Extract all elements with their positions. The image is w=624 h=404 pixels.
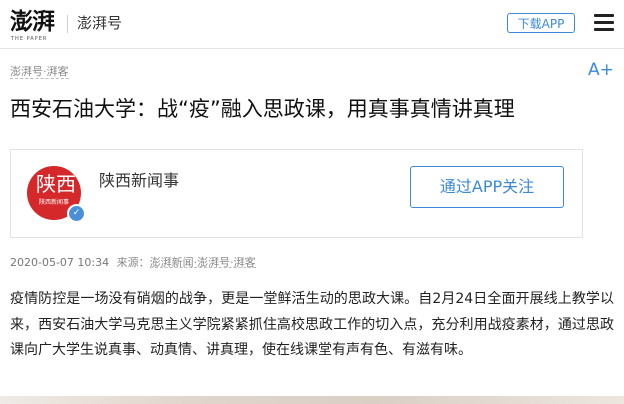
avatar-text: 陕西 — [36, 172, 76, 196]
verified-badge-icon: ✓ — [67, 204, 86, 223]
logo-subtitle: THE PAPER — [11, 36, 48, 42]
source-tag[interactable]: 澎湃号·湃客 — [10, 64, 69, 80]
author-card: 陕西 陕西新闻事 ✓ 陕西新闻事 通过APP关注 — [10, 149, 583, 238]
hamburger-menu-icon[interactable] — [594, 14, 614, 32]
download-app-button[interactable]: 下载APP — [507, 13, 575, 33]
logo[interactable]: 澎湃 — [10, 10, 55, 34]
publish-datetime: 2020-05-07 10:34 — [10, 256, 110, 269]
source-link[interactable]: 澎湃新闻·澎湃号·湃客 — [150, 256, 256, 269]
font-size-button[interactable]: A+ — [588, 60, 614, 80]
author-name[interactable]: 陕西新闻事 — [99, 170, 179, 192]
source-label: 来源： — [116, 256, 150, 269]
section-name[interactable]: 澎湃号 — [77, 13, 122, 33]
top-bar: 澎湃 THE PAPER 澎湃号 下载APP — [0, 0, 624, 49]
article-meta: 2020-05-07 10:34 来源：澎湃新闻·澎湃号·湃客 — [10, 255, 256, 271]
article-image — [0, 396, 624, 404]
divider — [67, 15, 68, 33]
article-body: 疫情防控是一场没有硝烟的战争，更是一堂鲜活生动的思政大课。自2月24日全面开展线… — [10, 291, 614, 358]
article-title: 西安石油大学：战“疫”融入思政课，用真事真情讲真理 — [10, 97, 515, 121]
avatar-subtext: 陕西新闻事 — [39, 199, 70, 206]
follow-button[interactable]: 通过APP关注 — [410, 166, 564, 208]
